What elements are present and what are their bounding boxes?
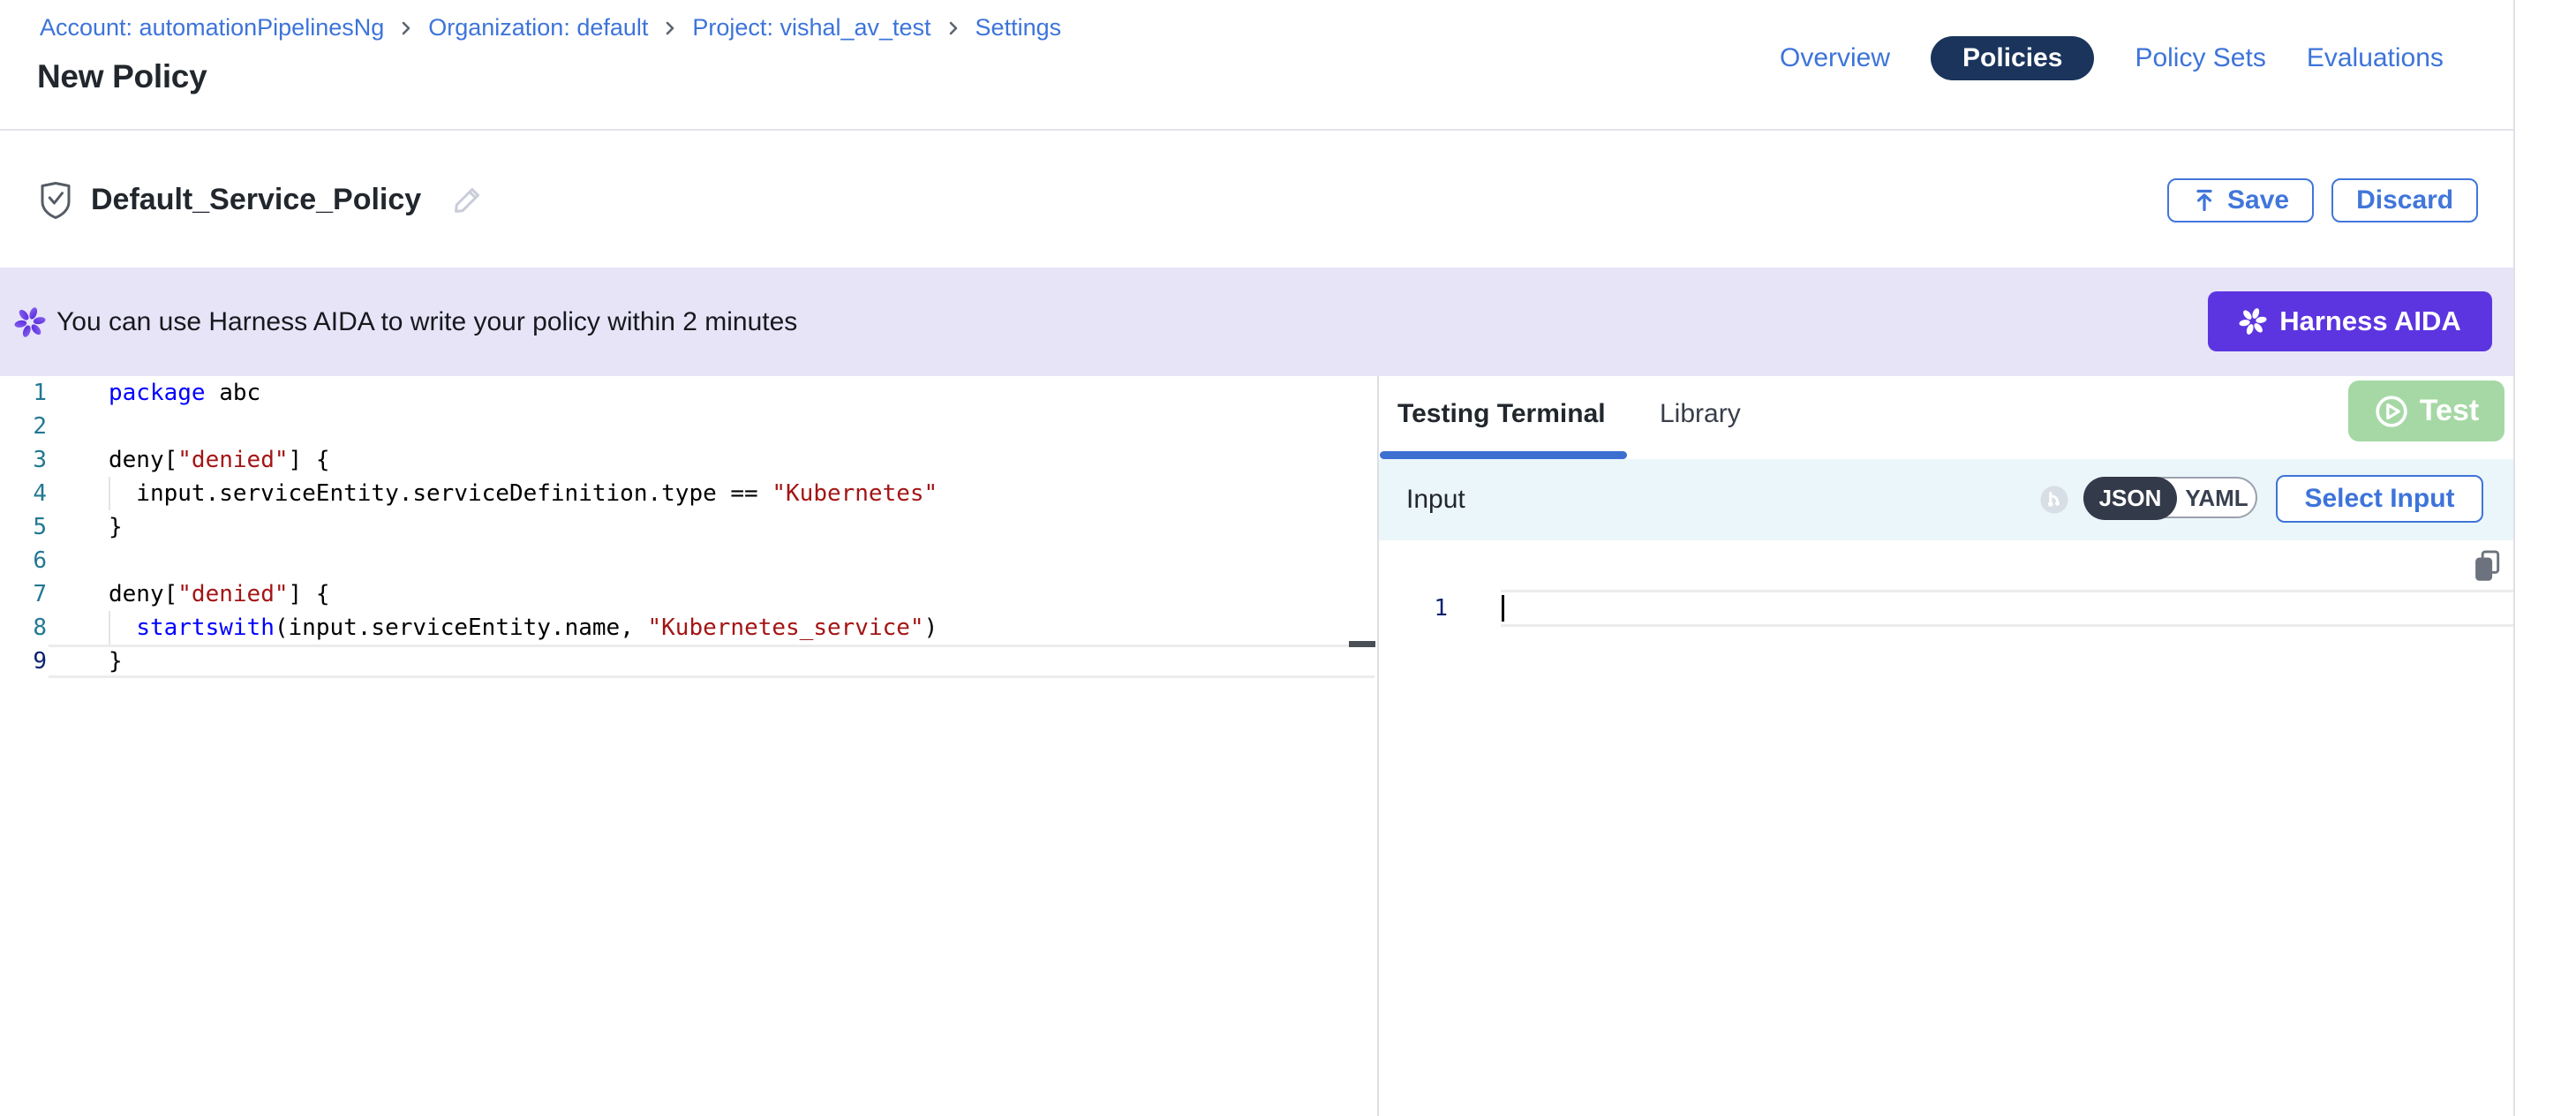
tab-testing-terminal[interactable]: Testing Terminal xyxy=(1397,399,1606,429)
code-line-text: startswith(input.serviceEntity.name, "Ku… xyxy=(47,611,938,645)
code-line-text: input.serviceEntity.serviceDefinition.ty… xyxy=(47,477,938,510)
code-line[interactable]: 1package abc xyxy=(0,376,1377,410)
nav-policies[interactable]: Policies xyxy=(1931,36,2094,80)
test-button[interactable]: Test xyxy=(2348,381,2504,441)
aida-banner-message: You can use Harness AIDA to write your p… xyxy=(56,307,797,337)
policy-code-lines: 1package abc23deny["denied"] {4 input.se… xyxy=(0,376,1377,678)
code-line-text: } xyxy=(47,510,123,544)
chevron-right-icon xyxy=(398,20,414,36)
nav-evaluations[interactable]: Evaluations xyxy=(2307,43,2444,73)
edit-policy-name-icon[interactable] xyxy=(449,183,485,218)
tab-library[interactable]: Library xyxy=(1660,399,1741,429)
save-button-label: Save xyxy=(2227,185,2289,215)
copy-icon[interactable] xyxy=(2472,549,2504,583)
testing-panel: Testing Terminal Library Test Input xyxy=(1379,376,2513,1116)
harness-aida-button[interactable]: Harness AIDA xyxy=(2208,291,2492,351)
policy-identity: Default_Service_Policy xyxy=(40,132,485,268)
current-line-highlight xyxy=(49,645,1375,678)
page-title: New Policy xyxy=(37,58,207,95)
breadcrumb-settings[interactable]: Settings xyxy=(975,14,1062,41)
page: Account: automationPipelinesNg Organizat… xyxy=(0,0,2576,1116)
select-input-button[interactable]: Select Input xyxy=(2276,475,2483,523)
chevron-right-icon xyxy=(945,20,961,36)
code-line[interactable]: 7deny["denied"] { xyxy=(0,577,1377,611)
chevron-right-icon xyxy=(662,20,678,36)
code-line[interactable]: 3deny["denied"] { xyxy=(0,443,1377,477)
shield-check-icon xyxy=(40,182,72,219)
input-line-number: 1 xyxy=(1414,590,1448,627)
text-caret xyxy=(1502,595,1504,622)
input-editor[interactable]: 1 xyxy=(1379,590,2513,627)
line-number: 2 xyxy=(0,410,47,443)
policy-name: Default_Service_Policy xyxy=(91,183,421,217)
code-line-text: deny["denied"] { xyxy=(47,443,329,477)
code-line[interactable]: 6 xyxy=(0,544,1377,577)
harness-aida-button-label: Harness AIDA xyxy=(2279,305,2461,337)
format-toggle: JSON YAML xyxy=(2083,477,2257,518)
line-number: 4 xyxy=(0,477,47,510)
breadcrumb-account[interactable]: Account: automationPipelinesNg xyxy=(40,14,384,41)
policy-code-editor[interactable]: 1package abc23deny["denied"] {4 input.se… xyxy=(0,376,1377,1116)
nav-overview[interactable]: Overview xyxy=(1780,43,1890,73)
aida-banner: You can use Harness AIDA to write your p… xyxy=(0,268,2513,376)
code-line[interactable]: 8 startswith(input.serviceEntity.name, "… xyxy=(0,611,1377,645)
indent-guide xyxy=(109,477,110,510)
page-right-border xyxy=(2513,0,2515,1116)
branch-icon xyxy=(2039,485,2069,519)
page-header: Account: automationPipelinesNg Organizat… xyxy=(0,0,2513,131)
aida-flower-icon xyxy=(14,306,46,338)
format-yaml-option[interactable]: YAML xyxy=(2178,479,2256,518)
breadcrumb: Account: automationPipelinesNg Organizat… xyxy=(40,14,1061,41)
input-current-line[interactable] xyxy=(1501,590,2513,627)
play-circle-icon xyxy=(2374,394,2409,429)
code-line[interactable]: 5} xyxy=(0,510,1377,544)
input-section-bar: Input JSON YAML Select Input xyxy=(1379,459,2513,540)
breadcrumb-project[interactable]: Project: vishal_av_test xyxy=(692,14,930,41)
test-button-label: Test xyxy=(2420,394,2479,428)
line-number: 7 xyxy=(0,577,47,611)
active-tab-underline xyxy=(1380,451,1627,459)
indent-guide xyxy=(109,611,110,645)
policy-toolbar: Default_Service_Policy Save xyxy=(0,132,2513,268)
code-line-text: package abc xyxy=(47,376,260,410)
line-number: 1 xyxy=(0,376,47,410)
module-nav: Overview Policies Policy Sets Evaluation… xyxy=(1780,36,2444,80)
input-section-label: Input xyxy=(1406,459,1465,540)
nav-policy-sets[interactable]: Policy Sets xyxy=(2135,43,2265,73)
discard-button-label: Discard xyxy=(2356,185,2453,215)
line-number: 9 xyxy=(0,645,47,678)
select-input-button-label: Select Input xyxy=(2304,484,2454,514)
save-button[interactable]: Save xyxy=(2167,178,2314,222)
aida-flower-icon xyxy=(2239,307,2267,336)
line-number: 6 xyxy=(0,544,47,577)
overview-ruler-cursor xyxy=(1349,641,1375,647)
line-number: 8 xyxy=(0,611,47,645)
line-number: 5 xyxy=(0,510,47,544)
policy-actions: Save Discard xyxy=(2167,178,2478,222)
breadcrumb-organization[interactable]: Organization: default xyxy=(428,14,648,41)
discard-button[interactable]: Discard xyxy=(2331,178,2478,222)
code-line-text: deny["denied"] { xyxy=(47,577,329,611)
code-line[interactable]: 4 input.serviceEntity.serviceDefinition.… xyxy=(0,477,1377,510)
upload-icon xyxy=(2192,188,2217,213)
line-number: 3 xyxy=(0,443,47,477)
format-json-option[interactable]: JSON xyxy=(2083,477,2177,520)
code-line[interactable]: 2 xyxy=(0,410,1377,443)
